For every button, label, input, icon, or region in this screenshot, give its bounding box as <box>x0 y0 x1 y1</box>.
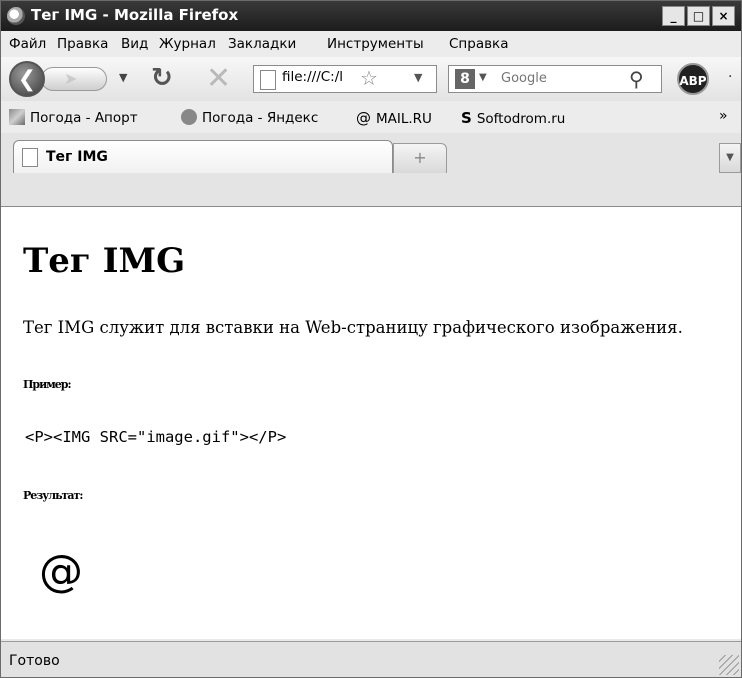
list-all-tabs-button[interactable]: ▼ <box>719 143 741 173</box>
adblock-button[interactable]: ABP <box>677 63 709 95</box>
bookmark-star-icon[interactable]: ☆ <box>360 66 378 90</box>
chevron-down-icon: ▼ <box>726 152 734 163</box>
result-label: Результат: <box>23 489 83 502</box>
menu-file[interactable]: Файл <box>9 36 46 52</box>
url-bar[interactable]: ☆ ▼ <box>253 65 437 93</box>
window-controls: _ □ × <box>662 6 735 26</box>
history-dropdown-icon[interactable]: ▼ <box>119 71 127 84</box>
new-tab-button[interactable]: + <box>393 143 447 173</box>
example-label: Пример: <box>23 378 72 391</box>
menu-history[interactable]: Журнал <box>159 36 216 52</box>
stop-icon: ✕ <box>206 61 232 96</box>
status-bar: Готово <box>1 641 741 677</box>
bookmarks-toolbar: Погода - Апорт Погода - Яндекс @ MAIL.RU … <box>1 101 741 133</box>
search-engine-dropdown-icon[interactable]: ▼ <box>479 72 487 83</box>
forward-button[interactable]: ➤ <box>41 67 107 91</box>
tab-active[interactable]: Тег IMG <box>13 140 393 173</box>
arrow-right-icon: ➤ <box>64 69 78 88</box>
tab-strip: Тег IMG + ▼ <box>1 133 741 207</box>
firefox-icon <box>7 7 25 25</box>
menu-edit[interactable]: Правка <box>57 36 108 52</box>
menu-bookmarks[interactable]: Закладки <box>228 36 296 52</box>
resize-grip[interactable] <box>719 655 739 675</box>
url-input[interactable] <box>282 69 342 85</box>
bookmark-item[interactable]: @ MAIL.RU <box>356 109 432 127</box>
status-text: Готово <box>9 653 60 669</box>
stop-button[interactable]: ✕ <box>206 61 231 96</box>
back-button[interactable]: ❮ <box>9 61 45 97</box>
weather-icon <box>9 109 25 125</box>
menu-tools[interactable]: Инструменты <box>327 36 424 52</box>
window-title: Тег IMG - Mozilla Firefox <box>31 6 239 24</box>
page-heading: Тег IMG <box>23 241 186 281</box>
yandex-weather-icon <box>181 109 197 125</box>
search-bar[interactable]: 8 ▼ ⚲ <box>448 65 662 93</box>
bookmark-item[interactable]: Погода - Апорт <box>9 109 138 126</box>
page-content: Тег IMG Тег IMG служит для вставки на We… <box>1 207 741 639</box>
back-forward-group: ➤ ❮ ▼ <box>9 61 134 97</box>
softodrom-icon: S <box>461 109 472 127</box>
page-icon <box>260 70 276 90</box>
menu-view[interactable]: Вид <box>121 36 148 52</box>
search-icon[interactable]: ⚲ <box>629 67 644 91</box>
browser-window: Тег IMG - Mozilla Firefox _ □ × Файл Пра… <box>0 0 742 678</box>
reload-icon: ↻ <box>151 63 173 93</box>
bookmark-item[interactable]: S Softodrom.ru <box>461 109 565 127</box>
at-sign-icon: @ <box>356 109 371 127</box>
maximize-button[interactable]: □ <box>687 6 710 26</box>
minimize-button[interactable]: _ <box>662 6 685 26</box>
tab-label: Тег IMG <box>46 149 108 165</box>
reload-button[interactable]: ↻ <box>151 63 173 93</box>
bookmarks-overflow[interactable]: » <box>719 108 728 124</box>
google-icon[interactable]: 8 <box>455 69 475 89</box>
title-bar[interactable]: Тег IMG - Mozilla Firefox _ □ × <box>1 1 741 31</box>
code-example: <P><IMG SRC="image.gif"></P> <box>25 428 287 446</box>
intro-paragraph: Тег IMG служит для вставки на Web-страни… <box>23 318 683 337</box>
arrow-left-icon: ❮ <box>17 67 37 92</box>
page-icon <box>22 148 38 167</box>
menu-help[interactable]: Справка <box>449 36 508 52</box>
result-image: @ <box>39 546 83 597</box>
url-dropdown-icon[interactable]: ▼ <box>414 71 422 84</box>
search-input[interactable] <box>501 71 601 86</box>
close-button[interactable]: × <box>712 6 735 26</box>
navigation-toolbar: ➤ ❮ ▼ ↻ ✕ ☆ ▼ 8 ▼ ⚲ ABP · <box>1 57 741 101</box>
bookmark-item[interactable]: Погода - Яндекс <box>181 109 318 126</box>
toolbar-overflow[interactable]: · <box>728 69 732 85</box>
menu-bar: Файл Правка Вид Журнал Закладки Инструме… <box>1 31 741 57</box>
